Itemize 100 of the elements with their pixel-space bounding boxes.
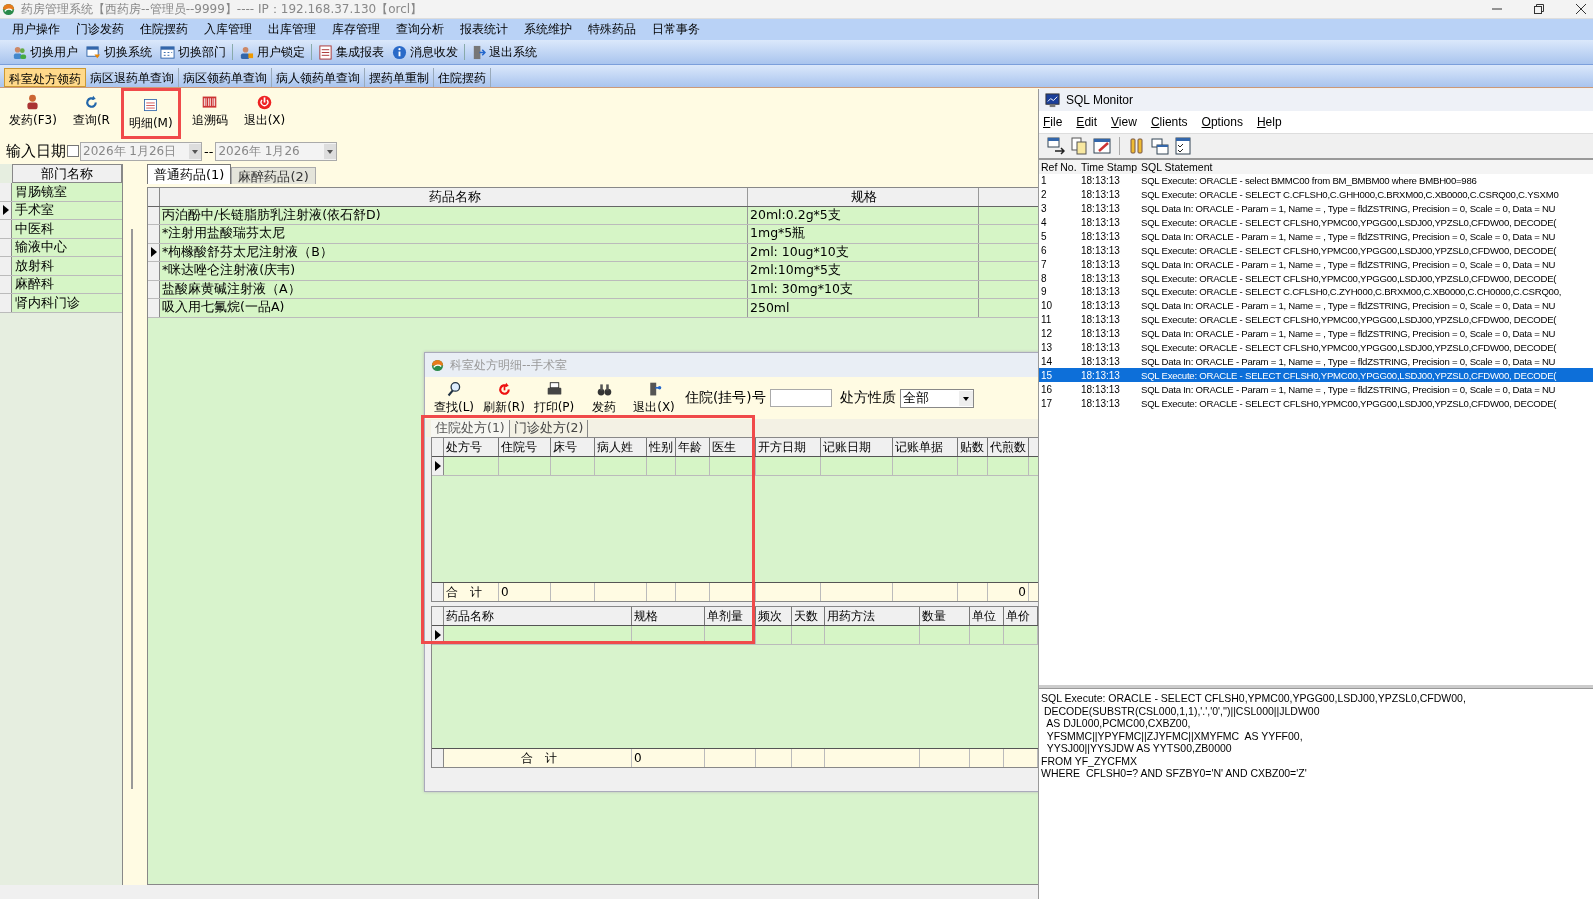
- action-button[interactable]: 追溯码: [189, 92, 230, 131]
- menu-item[interactable]: 门诊发药: [68, 21, 132, 38]
- log-row[interactable]: 7 18:13:13 SQL Data In: ORACLE - Param = 1, Name = , Type = fldZSTRING, Precision = 0, Scale = 0, Data = NU: [1039, 257, 1593, 272]
- dropdown[interactable]: 全部: [899, 388, 974, 408]
- menu-item[interactable]: File: [1043, 115, 1063, 129]
- log-row[interactable]: 15 18:13:13 SQL Execute: ORACLE - SELECT CFLSH0,YPMC00,YPGG00,LSDJ00,YPZSL0,CFDW00, DECODE(: [1039, 368, 1593, 383]
- timestamp: 18:13:13: [1081, 314, 1121, 326]
- table-cell: 1ml: 30mg*10支: [748, 280, 979, 298]
- restore-icon[interactable]: [1533, 3, 1545, 15]
- menu-item[interactable]: 库存管理: [324, 21, 388, 38]
- ref-number: 6: [1040, 244, 1048, 256]
- menu-item[interactable]: 报表统计: [452, 21, 516, 38]
- tab[interactable]: 病区领药单查询: [179, 68, 272, 87]
- log-row[interactable]: 9 18:13:13 SQL Execute: ORACLE - SELECT C.CFLSH0,C.ZYH000,C.BRXM00,C.XB0000,C.CH0000,C.CSRQ00,: [1039, 285, 1593, 299]
- column-header: 药品名称: [160, 188, 748, 206]
- action-button[interactable]: 退出(X): [241, 92, 288, 131]
- pause-icon[interactable]: [1128, 137, 1146, 155]
- log-row[interactable]: 5 18:13:13 SQL Data In: ORACLE - Param = 1, Name = , Type = fldZSTRING, Precision = 0, Scale = 0, Data = NU: [1039, 229, 1593, 244]
- menu-item[interactable]: 特殊药品: [580, 21, 644, 38]
- sql-statement: SQL Data In: ORACLE - Param = 1, Name = , Type = fldZSTRING, Precision = 0, Scale = 0, Data = NU: [1141, 300, 1556, 312]
- monitor-icon: [1045, 92, 1060, 108]
- tab[interactable]: 摆药单重制: [365, 68, 434, 87]
- checkbox[interactable]: [67, 145, 79, 157]
- menu-item[interactable]: 系统维护: [516, 21, 580, 38]
- tab[interactable]: 科室处方领药: [4, 68, 86, 87]
- log-row[interactable]: 14 18:13:13 SQL Data In: ORACLE - Param = 1, Name = , Type = fldZSTRING, Precision = 0, Scale = 0, Data = NU: [1039, 354, 1593, 369]
- timestamp: 18:13:13: [1081, 258, 1121, 270]
- department-name: 中医科: [14, 219, 54, 238]
- input-field[interactable]: [769, 389, 832, 407]
- menu-item[interactable]: Options: [1201, 115, 1243, 129]
- toolbar-button[interactable]: 发药: [581, 378, 627, 418]
- tab[interactable]: 麻醉药品(2): [231, 167, 316, 184]
- log-row[interactable]: 2 18:13:13 SQL Execute: ORACLE - SELECT C.CFLSH0,C.GHH000,C.BRXM00,C.XB0000,C.CSRQ00,C.YSXM0: [1039, 187, 1593, 202]
- menu-item[interactable]: Clients: [1150, 115, 1188, 129]
- exit-door-icon: [471, 44, 486, 60]
- action-button[interactable]: 明细(M): [126, 95, 175, 134]
- log-row[interactable]: 13 18:13:13 SQL Execute: ORACLE - SELECT CFLSH0,YPMC00,YPGG00,LSDJ00,YPZSL0,CFDW00, DECODE(: [1039, 340, 1593, 355]
- log-row[interactable]: 12 18:13:13 SQL Data In: ORACLE - Param = 1, Name = , Type = fldZSTRING, Precision = 0, Scale = 0, Data = NU: [1039, 326, 1593, 341]
- column-header: 规格: [748, 188, 979, 206]
- toolbar-button[interactable]: 集成报表: [314, 43, 388, 61]
- tab[interactable]: 住院摆药: [434, 68, 491, 87]
- log-row[interactable]: 6 18:13:13 SQL Execute: ORACLE - SELECT CFLSH0,YPMC00,YPGG00,LSDJ00,YPZSL0,CFDW00, DECODE(: [1039, 243, 1593, 258]
- toolbar-button[interactable]: 打印(P): [531, 378, 577, 418]
- window-arrow-icon[interactable]: [1047, 137, 1065, 155]
- row-selector[interactable]: [432, 457, 444, 475]
- checklist-icon[interactable]: [1174, 137, 1192, 155]
- menu-item[interactable]: View: [1111, 115, 1137, 129]
- toolbar-button[interactable]: 退出(X): [631, 378, 677, 418]
- ref-number: 16: [1040, 383, 1054, 395]
- menu-item[interactable]: 用户操作: [4, 21, 68, 38]
- toolbar-button[interactable]: 刷新(R): [481, 378, 527, 418]
- menu-item[interactable]: 住院摆药: [132, 21, 196, 38]
- total-value: 0: [499, 583, 551, 601]
- toolbar-button[interactable]: 切换用户: [8, 43, 82, 61]
- barcode-icon: [201, 94, 219, 111]
- tab[interactable]: 住院处方(1): [431, 420, 510, 437]
- menu-item[interactable]: Edit: [1076, 115, 1098, 129]
- tab[interactable]: 普通药品(1): [147, 164, 232, 184]
- sql-statement: SQL Execute: ORACLE - SELECT CFLSH0,YPMC00,YPGG00,LSDJ00,YPZSL0,CFDW00, DECODE(: [1141, 314, 1557, 326]
- copy-icon[interactable]: [1070, 137, 1088, 155]
- timestamp: 18:13:13: [1081, 230, 1121, 242]
- action-button[interactable]: 发药(F3): [7, 92, 59, 131]
- menu-item[interactable]: 入库管理: [196, 21, 260, 38]
- info-icon: [392, 44, 407, 60]
- sql-text-line: SQL Execute: ORACLE - SELECT CFLSH0,YPMC00,YPGG00,LSDJ00,YPZSL0,CFDW00,: [1041, 692, 1467, 705]
- sql-statement: SQL Execute: ORACLE - SELECT CFLSH0,YPMC00,YPGG00,LSDJ00,YPZSL0,CFDW00, DECODE(: [1141, 217, 1557, 228]
- toolbar-button[interactable]: 用户锁定: [235, 43, 309, 61]
- log-row[interactable]: 17 18:13:13 SQL Execute: ORACLE - SELECT CFLSH0,YPMC00,YPGG00,LSDJ00,YPZSL0,CFDW00, DECODE(: [1039, 396, 1593, 411]
- toolbar-button[interactable]: 切换部门: [156, 43, 230, 61]
- menu-item[interactable]: 出库管理: [260, 21, 324, 38]
- column-header: 住院号: [499, 438, 551, 456]
- tab[interactable]: 病区退药单查询: [86, 68, 179, 87]
- action-button[interactable]: 查询(R: [70, 92, 112, 131]
- window-title: SQL Monitor: [1066, 93, 1133, 107]
- column-header: 部门名称: [12, 164, 122, 183]
- log-row[interactable]: 10 18:13:13 SQL Data In: ORACLE - Param = 1, Name = , Type = fldZSTRING, Precision = 0, Scale = 0, Data = NU: [1039, 298, 1593, 313]
- toolbar-button[interactable]: 切换系统: [82, 43, 156, 61]
- sql-statement: SQL Data In: ORACLE - Param = 1, Name = , Type = fldZSTRING, Precision = 0, Scale = 0, Data = NU: [1141, 258, 1556, 270]
- menu-item[interactable]: 查询分析: [388, 21, 452, 38]
- sql-statement: SQL Data In: ORACLE - Param = 1, Name = , Type = fldZSTRING, Precision = 0, Scale = 0, Data = NU: [1141, 383, 1556, 395]
- field-label: 处方性质: [839, 389, 896, 407]
- log-row[interactable]: 4 18:13:13 SQL Execute: ORACLE - SELECT CFLSH0,YPMC00,YPGG00,LSDJ00,YPZSL0,CFDW00, DECODE(: [1039, 215, 1593, 230]
- timestamp: 18:13:13: [1081, 189, 1121, 201]
- menu-item[interactable]: Help: [1256, 115, 1282, 129]
- date-label: 输入日期: [6, 141, 66, 161]
- log-row[interactable]: 11 18:13:13 SQL Execute: ORACLE - SELECT CFLSH0,YPMC00,YPGG00,LSDJ00,YPZSL0,CFDW00, DECODE(: [1039, 312, 1593, 327]
- menu-item[interactable]: 日常事务: [644, 21, 708, 38]
- toolbar-button[interactable]: 查找(L): [431, 378, 477, 418]
- log-row[interactable]: 3 18:13:13 SQL Data In: ORACLE - Param = 1, Name = , Type = fldZSTRING, Precision = 0, Scale = 0, Data = NU: [1039, 201, 1593, 216]
- tab[interactable]: 病人领药单查询: [272, 68, 365, 87]
- windows-icon[interactable]: [1151, 137, 1169, 155]
- toolbar-button[interactable]: 退出系统: [467, 43, 541, 61]
- log-row[interactable]: 16 18:13:13 SQL Data In: ORACLE - Param = 1, Name = , Type = fldZSTRING, Precision = 0, Scale = 0, Data = NU: [1039, 382, 1593, 397]
- edit-icon[interactable]: [1093, 137, 1111, 155]
- column-header: 记账日期: [821, 438, 893, 456]
- toolbar-button[interactable]: 消息收发: [388, 43, 462, 61]
- log-row[interactable]: 8 18:13:13 SQL Execute: ORACLE - SELECT CFLSH0,YPMC00,YPGG00,LSDJ00,YPZSL0,CFDW00, DECODE(: [1039, 271, 1593, 285]
- close-icon[interactable]: [1575, 3, 1587, 15]
- log-row[interactable]: 1 18:13:13 SQL Execute: ORACLE - select BMMC00 from BM_BMBM00 where BMBH00=986: [1039, 173, 1593, 188]
- sql-statement: SQL Execute: ORACLE - SELECT CFLSH0,YPMC00,YPGG00,LSDJ00,YPZSL0,CFDW00, DECODE(: [1141, 397, 1557, 409]
